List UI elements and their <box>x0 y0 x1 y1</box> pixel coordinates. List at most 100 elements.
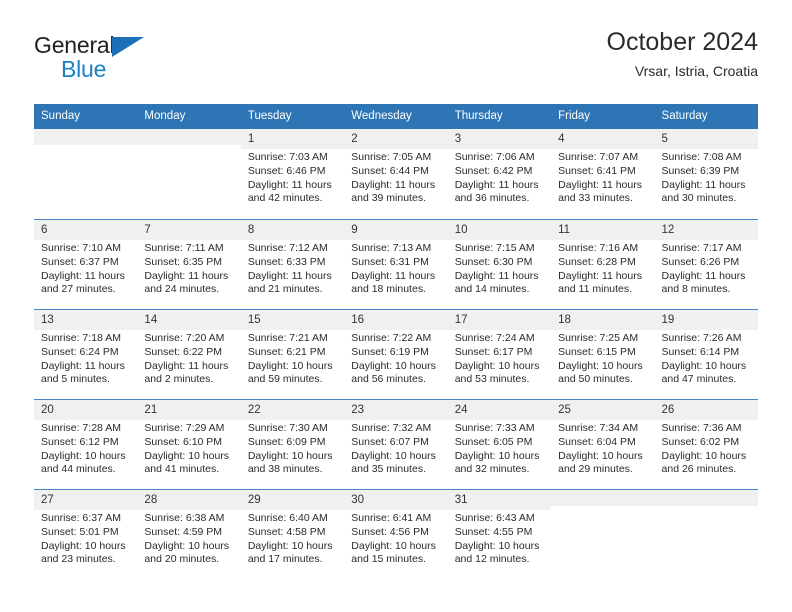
calendar-day-cell[interactable]: 31 Sunrise: 6:43 AM Sunset: 4:55 PM Dayligh… <box>447 489 552 579</box>
weekday-header-friday: Friday <box>558 110 591 122</box>
day-number: 24 <box>447 399 552 421</box>
sunset-text: Sunset: 6:05 PM <box>454 435 533 448</box>
calendar-day-cell[interactable]: 12 Sunrise: 7:17 AM Sunset: 6:26 PM Dayligh… <box>654 219 758 309</box>
calendar-day-cell[interactable]: 6 Sunrise: 7:10 AM Sunset: 6:37 PM Daylight… <box>34 219 138 309</box>
sunrise-text: Sunrise: 7:30 AM <box>247 422 328 435</box>
day-sun-info: Sunrise: 7:28 AM Sunset: 6:12 PM Daylight:… <box>34 420 137 476</box>
day-sun-info: Sunrise: 7:07 AM Sunset: 6:41 PM Daylight:… <box>551 149 654 205</box>
daylight-text: Daylight: 11 hours and 30 minutes. <box>661 178 746 205</box>
day-number <box>137 128 241 145</box>
day-sun-info: Sunrise: 7:25 AM Sunset: 6:15 PM Daylight:… <box>551 330 654 386</box>
calendar-day-cell[interactable]: 11 Sunrise: 7:16 AM Sunset: 6:28 PM Dayligh… <box>551 219 655 309</box>
day-sun-info: Sunrise: 7:26 AM Sunset: 6:14 PM Daylight:… <box>655 330 758 386</box>
calendar-day-cell[interactable]: 30 Sunrise: 6:41 AM Sunset: 4:56 PM Dayligh… <box>344 489 448 579</box>
logo-text-general: General <box>34 32 115 58</box>
calendar-day-cell[interactable]: 29 Sunrise: 6:40 AM Sunset: 4:58 PM Dayligh… <box>240 489 345 579</box>
sunset-text: Sunset: 6:35 PM <box>144 255 223 268</box>
calendar-week-row: 6 Sunrise: 7:10 AM Sunset: 6:37 PM Daylight… <box>34 218 758 309</box>
calendar-day-cell[interactable]: 17 Sunrise: 7:24 AM Sunset: 6:17 PM Dayligh… <box>447 309 552 399</box>
general-blue-logo: General Blue <box>34 34 254 90</box>
sunrise-text: Sunrise: 7:13 AM <box>351 242 432 255</box>
weekday-header-row: Sunday Monday Tuesday Wednesday Thursday Frid… <box>34 104 758 129</box>
calendar-day-cell-empty <box>551 489 655 579</box>
day-number: 18 <box>551 309 655 331</box>
calendar-day-cell[interactable]: 28 Sunrise: 6:38 AM Sunset: 4:59 PM Dayligh… <box>137 489 241 579</box>
weekday-header-monday: Monday <box>144 110 186 122</box>
calendar-day-cell[interactable]: 8 Sunrise: 7:12 AM Sunset: 6:33 PM Daylight… <box>240 219 345 309</box>
sunset-text: Sunset: 6:46 PM <box>247 164 326 177</box>
calendar-day-cell-empty <box>137 128 241 219</box>
calendar-day-cell-empty <box>654 489 758 579</box>
day-sun-info: Sunrise: 7:33 AM Sunset: 6:05 PM Daylight:… <box>448 420 551 476</box>
daylight-text: Daylight: 10 hours and 17 minutes. <box>247 539 333 566</box>
calendar-day-cell[interactable]: 27 Sunrise: 6:37 AM Sunset: 5:01 PM Dayligh… <box>34 489 138 579</box>
calendar-day-cell[interactable]: 20 Sunrise: 7:28 AM Sunset: 6:12 PM Dayligh… <box>34 399 138 489</box>
calendar-day-cell[interactable]: 1 Sunrise: 7:03 AM Sunset: 6:46 PM Daylight… <box>240 128 345 219</box>
daylight-text: Daylight: 11 hours and 36 minutes. <box>454 178 539 205</box>
day-number: 23 <box>344 399 448 421</box>
sunrise-text: Sunrise: 7:36 AM <box>661 422 742 435</box>
calendar-day-cell[interactable]: 13 Sunrise: 7:18 AM Sunset: 6:24 PM Dayligh… <box>34 309 138 399</box>
calendar-page: General Blue October 2024 Vrsar, Istria,… <box>0 0 792 612</box>
daylight-text: Daylight: 10 hours and 47 minutes. <box>661 359 747 386</box>
sunset-text: Sunset: 5:01 PM <box>41 525 119 538</box>
sunset-text: Sunset: 6:44 PM <box>351 164 429 177</box>
sunrise-text: Sunrise: 7:32 AM <box>351 422 432 435</box>
sunrise-text: Sunrise: 6:38 AM <box>144 512 225 525</box>
calendar-day-cell[interactable]: 16 Sunrise: 7:22 AM Sunset: 6:19 PM Dayligh… <box>344 309 448 399</box>
day-sun-info: Sunrise: 7:17 AM Sunset: 6:26 PM Daylight:… <box>655 240 758 296</box>
day-number: 4 <box>551 128 655 150</box>
calendar-day-cell[interactable]: 26 Sunrise: 7:36 AM Sunset: 6:02 PM Dayligh… <box>654 399 758 489</box>
calendar-day-cell[interactable]: 3 Sunrise: 7:06 AM Sunset: 6:42 PM Daylight… <box>447 128 552 219</box>
daylight-text: Daylight: 10 hours and 32 minutes. <box>454 449 540 476</box>
calendar-day-cell[interactable]: 18 Sunrise: 7:25 AM Sunset: 6:15 PM Dayligh… <box>551 309 655 399</box>
sunrise-text: Sunrise: 7:22 AM <box>351 332 432 345</box>
day-number: 25 <box>551 399 655 421</box>
day-number: 1 <box>240 128 345 150</box>
calendar-day-cell[interactable]: 14 Sunrise: 7:20 AM Sunset: 6:22 PM Dayligh… <box>137 309 241 399</box>
day-sun-info: Sunrise: 7:06 AM Sunset: 6:42 PM Daylight:… <box>448 149 551 205</box>
calendar-day-cell[interactable]: 5 Sunrise: 7:08 AM Sunset: 6:39 PM Daylight… <box>654 128 758 219</box>
sunset-text: Sunset: 4:56 PM <box>351 525 429 538</box>
daylight-text: Daylight: 10 hours and 20 minutes. <box>144 539 230 566</box>
day-sun-info: Sunrise: 7:12 AM Sunset: 6:33 PM Daylight:… <box>241 240 344 296</box>
day-number: 5 <box>654 128 758 150</box>
page-subtitle: Vrsar, Istria, Croatia <box>634 62 758 79</box>
calendar-day-cell[interactable]: 9 Sunrise: 7:13 AM Sunset: 6:31 PM Daylight… <box>344 219 448 309</box>
sunset-text: Sunset: 6:02 PM <box>661 435 740 448</box>
sunset-text: Sunset: 6:30 PM <box>454 255 533 268</box>
calendar-day-cell[interactable]: 19 Sunrise: 7:26 AM Sunset: 6:14 PM Dayligh… <box>654 309 758 399</box>
day-number: 13 <box>34 309 138 331</box>
day-sun-info: Sunrise: 7:30 AM Sunset: 6:09 PM Daylight:… <box>241 420 344 476</box>
sunset-text: Sunset: 4:59 PM <box>144 525 223 538</box>
calendar-day-cell[interactable]: 23 Sunrise: 7:32 AM Sunset: 6:07 PM Dayligh… <box>344 399 448 489</box>
sunrise-text: Sunrise: 7:08 AM <box>661 151 742 164</box>
calendar-day-cell[interactable]: 21 Sunrise: 7:29 AM Sunset: 6:10 PM Dayligh… <box>137 399 241 489</box>
weekday-header-wednesday: Wednesday <box>351 110 412 122</box>
calendar-day-cell[interactable]: 2 Sunrise: 7:05 AM Sunset: 6:44 PM Daylight… <box>344 128 448 219</box>
day-sun-info: Sunrise: 7:36 AM Sunset: 6:02 PM Daylight:… <box>655 420 758 476</box>
calendar-week-row: 20 Sunrise: 7:28 AM Sunset: 6:12 PM Dayligh… <box>34 398 758 489</box>
sunset-text: Sunset: 6:39 PM <box>661 164 740 177</box>
calendar-day-cell[interactable]: 24 Sunrise: 7:33 AM Sunset: 6:05 PM Dayligh… <box>447 399 552 489</box>
calendar-day-cell[interactable]: 7 Sunrise: 7:11 AM Sunset: 6:35 PM Daylight… <box>137 219 241 309</box>
calendar-day-cell[interactable]: 10 Sunrise: 7:15 AM Sunset: 6:30 PM Dayligh… <box>447 219 552 309</box>
logo-text-blue: Blue <box>61 56 107 82</box>
daylight-text: Daylight: 10 hours and 26 minutes. <box>661 449 747 476</box>
day-sun-info: Sunrise: 7:16 AM Sunset: 6:28 PM Daylight:… <box>551 240 654 296</box>
calendar-day-cell[interactable]: 15 Sunrise: 7:21 AM Sunset: 6:21 PM Dayligh… <box>240 309 345 399</box>
calendar-day-cell-empty <box>34 128 138 219</box>
calendar-day-cell[interactable]: 22 Sunrise: 7:30 AM Sunset: 6:09 PM Dayligh… <box>240 399 345 489</box>
daylight-text: Daylight: 10 hours and 56 minutes. <box>351 359 436 386</box>
day-number <box>654 489 758 506</box>
sunrise-text: Sunrise: 7:12 AM <box>247 242 328 255</box>
day-sun-info: Sunrise: 7:24 AM Sunset: 6:17 PM Daylight:… <box>448 330 551 386</box>
day-number: 6 <box>34 219 138 241</box>
day-number: 14 <box>137 309 241 331</box>
calendar-day-cell[interactable]: 25 Sunrise: 7:34 AM Sunset: 6:04 PM Dayligh… <box>551 399 655 489</box>
sunrise-text: Sunrise: 7:18 AM <box>41 332 121 345</box>
day-sun-info: Sunrise: 7:03 AM Sunset: 6:46 PM Daylight:… <box>241 149 344 205</box>
sunrise-text: Sunrise: 6:41 AM <box>351 512 432 525</box>
day-number: 21 <box>137 399 241 421</box>
calendar-day-cell[interactable]: 4 Sunrise: 7:07 AM Sunset: 6:41 PM Daylight… <box>551 128 655 219</box>
